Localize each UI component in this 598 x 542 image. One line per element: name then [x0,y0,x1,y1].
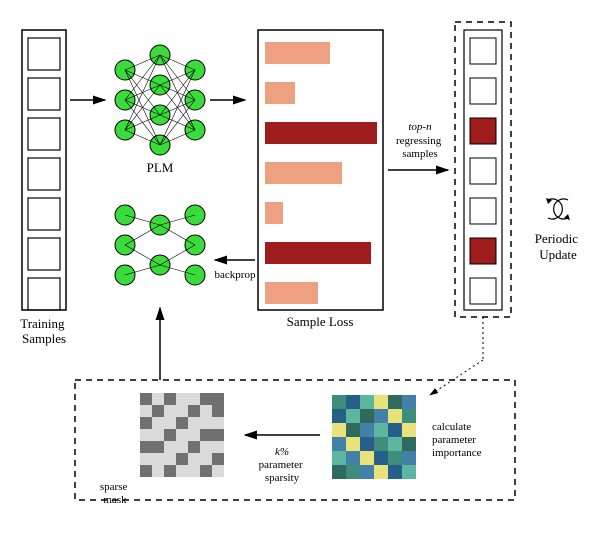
training-samples-column: Training Samples [20,30,68,346]
topn-group: top-n regressing samples [388,121,448,170]
training-samples-label: Training Samples [20,316,68,346]
svg-text:calculate parameter: calculate parameter importance [432,421,482,459]
k-sparsity-label-2: parameter sparsity [259,459,306,484]
plm-network: PLM [115,45,205,175]
sample-loss-label: Sample Loss [287,314,354,329]
backprop-label: backprop [215,269,256,281]
sparse-mask: sparse mask [100,393,224,506]
selected-column [455,22,511,317]
sparse-mask-label: sparse mask [100,481,130,506]
dotted-connector-2 [430,360,483,395]
diagram-canvas: Training Samples PLM [0,0,598,542]
k-sparsity-label-1: k% [275,446,289,458]
svg-text:Periodic Update: Periodic Update [535,231,582,262]
refresh-icon [546,198,570,220]
backprop-network [115,205,205,285]
svg-text:regressing samples: regressing samples [396,135,444,160]
periodic-update: Periodic Update [535,198,582,262]
plm-label: PLM [147,160,174,175]
svg-text:top-n: top-n [408,121,432,133]
heatmap: calculate parameter importance [332,395,482,479]
sample-loss-panel: Sample Loss [258,30,383,329]
